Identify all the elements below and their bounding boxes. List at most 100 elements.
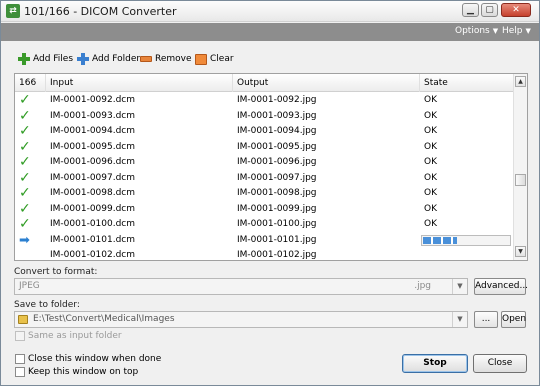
checkmark-icon: ✓	[19, 138, 31, 155]
convert-format-label: Convert to format:	[14, 267, 98, 277]
minimize-button[interactable]: ▁	[462, 3, 479, 17]
table-row[interactable]: ✓ IM-0001-0095.dcm IM-0001-0095.jpg OK	[15, 140, 513, 156]
close-when-done-label: Close this window when done	[28, 354, 162, 364]
input-file-name: IM-0001-0101.dcm	[50, 234, 136, 245]
same-as-input-checkbox[interactable]	[15, 331, 25, 341]
input-file-name: IM-0001-0095.dcm	[50, 141, 136, 152]
close-button[interactable]: Close	[473, 354, 527, 373]
checkmark-icon: ✓	[19, 154, 31, 170]
scroll-up-icon[interactable]: ▲	[515, 76, 526, 87]
file-list-table[interactable]: 166 Input Output State ✓ IM-0001-0092.dcm…	[14, 73, 528, 261]
output-file-name: IM-0001-0096.jpg	[237, 157, 317, 167]
remove-button[interactable]: Remove	[140, 52, 192, 66]
keep-on-top-checkbox[interactable]	[15, 367, 25, 377]
scrollbar-thumb[interactable]	[515, 174, 526, 186]
arrow-right-icon: ➡	[19, 232, 30, 248]
output-file-name: IM-0001-0102.jpg	[237, 250, 317, 260]
column-header-state[interactable]: State	[420, 74, 513, 92]
table-row[interactable]: ➡ IM-0001-0101.dcm IM-0001-0101.jpg	[15, 233, 513, 249]
input-file-name: IM-0001-0093.dcm	[50, 110, 136, 121]
browse-button[interactable]: ...	[474, 311, 498, 328]
save-folder-select[interactable]: E:\Test\Convert\Medical\Images ▼	[14, 311, 468, 328]
column-header-count[interactable]: 166	[15, 74, 46, 92]
save-folder-label: Save to folder:	[14, 300, 80, 310]
checkmark-icon: ✓	[19, 185, 31, 201]
scroll-down-icon[interactable]: ▼	[515, 246, 526, 257]
output-file-name: IM-0001-0093.jpg	[237, 110, 317, 121]
keep-on-top-label: Keep this window on top	[28, 367, 139, 377]
add-files-icon	[18, 53, 30, 65]
advanced-button[interactable]: Advanced...	[474, 278, 528, 295]
chevron-down-icon: ▼	[525, 27, 531, 35]
open-folder-button[interactable]: Open	[501, 311, 526, 328]
checkmark-icon: ✓	[19, 92, 31, 108]
menu-options[interactable]: Options ▼	[455, 26, 498, 36]
table-row[interactable]: ✓ IM-0001-0093.dcm IM-0001-0093.jpg OK	[15, 109, 513, 125]
add-folder-label: Add Folder	[92, 54, 141, 64]
add-files-label: Add Files	[33, 54, 74, 64]
title-bar: ⇄ 101/166 - DICOM Converter ▁ ▢ ✕	[1, 1, 539, 22]
close-window-button[interactable]: ✕	[501, 3, 531, 17]
remove-icon	[140, 56, 152, 62]
checkmark-icon: ✓	[19, 123, 31, 139]
clear-icon	[195, 53, 207, 65]
add-files-button[interactable]: Add Files	[18, 52, 73, 66]
table-row[interactable]: ✓ IM-0001-0099.dcm IM-0001-0099.jpg OK	[15, 202, 513, 218]
vertical-scrollbar[interactable]: ▲ ▼	[513, 74, 527, 260]
add-folder-icon	[77, 53, 89, 65]
input-file-name: IM-0001-0102.dcm	[50, 250, 136, 260]
output-file-name: IM-0001-0100.jpg	[237, 219, 317, 229]
checkmark-icon: ✓	[19, 216, 31, 232]
chevron-down-icon: ▼	[492, 27, 499, 35]
table-row[interactable]: ✓ IM-0001-0094.dcm IM-0001-0094.jpg OK	[15, 124, 513, 140]
maximize-button[interactable]: ▢	[481, 3, 498, 17]
dicom-converter-window: ⇄ 101/166 - DICOM Converter ▁ ▢ ✕ Option…	[0, 0, 540, 386]
output-file-name: IM-0001-0097.jpg	[237, 172, 317, 183]
menu-help[interactable]: Help ▼	[502, 26, 531, 36]
chevron-down-icon: ▼	[452, 312, 467, 327]
progress-bar	[421, 234, 511, 246]
input-file-name: IM-0001-0099.dcm	[50, 203, 136, 214]
add-folder-button[interactable]: Add Folder	[77, 52, 140, 66]
table-row[interactable]: ✓ IM-0001-0096.dcm IM-0001-0096.jpg OK	[15, 155, 513, 171]
format-extension: .jpg	[414, 281, 431, 291]
state-value: OK	[424, 126, 437, 136]
same-as-input-label: Same as input folder	[28, 331, 122, 341]
app-icon: ⇄	[6, 4, 20, 18]
table-header: 166 Input Output State	[15, 74, 513, 92]
output-file-name: IM-0001-0092.jpg	[237, 95, 317, 105]
checkmark-icon: ✓	[19, 200, 31, 217]
format-select[interactable]: JPEG .jpg ▼	[14, 278, 468, 295]
output-file-name: IM-0001-0099.jpg	[237, 203, 317, 214]
close-when-done-checkbox[interactable]	[15, 354, 25, 364]
input-file-name: IM-0001-0094.dcm	[50, 126, 136, 136]
state-value: OK	[424, 157, 437, 167]
input-file-name: IM-0001-0092.dcm	[50, 95, 136, 105]
format-value: JPEG	[19, 281, 40, 291]
save-folder-path: E:\Test\Convert\Medical\Images	[33, 314, 175, 324]
state-value: OK	[424, 110, 437, 121]
remove-label: Remove	[155, 54, 192, 64]
table-body: ✓ IM-0001-0092.dcm IM-0001-0092.jpg OK ✓ IM-0…	[15, 93, 513, 260]
table-row[interactable]: ✓ IM-0001-0100.dcm IM-0001-0100.jpg OK	[15, 217, 513, 233]
menu-help-label: Help	[502, 26, 523, 36]
table-row[interactable]: ✓ IM-0001-0092.dcm IM-0001-0092.jpg OK	[15, 93, 513, 109]
output-file-name: IM-0001-0094.jpg	[237, 126, 317, 136]
column-header-output[interactable]: Output	[233, 74, 420, 92]
table-row[interactable]: ✓ IM-0001-0098.dcm IM-0001-0098.jpg OK	[15, 186, 513, 202]
table-row[interactable]: ✓ IM-0001-0097.dcm IM-0001-0097.jpg OK	[15, 171, 513, 187]
clear-button[interactable]: Clear	[195, 52, 234, 66]
column-header-input[interactable]: Input	[46, 74, 233, 92]
chevron-down-icon: ▼	[452, 279, 467, 294]
stop-button[interactable]: Stop	[402, 354, 468, 373]
table-row[interactable]: IM-0001-0102.dcm IM-0001-0102.jpg	[15, 248, 513, 260]
output-file-name: IM-0001-0101.jpg	[237, 234, 317, 245]
state-value: OK	[424, 95, 437, 105]
output-file-name: IM-0001-0098.jpg	[237, 188, 317, 198]
state-value: OK	[424, 203, 437, 214]
window-title: 101/166 - DICOM Converter	[24, 5, 177, 18]
input-file-name: IM-0001-0100.dcm	[50, 219, 136, 229]
checkmark-icon: ✓	[19, 169, 31, 186]
input-file-name: IM-0001-0096.dcm	[50, 157, 136, 167]
state-value: OK	[424, 219, 437, 229]
